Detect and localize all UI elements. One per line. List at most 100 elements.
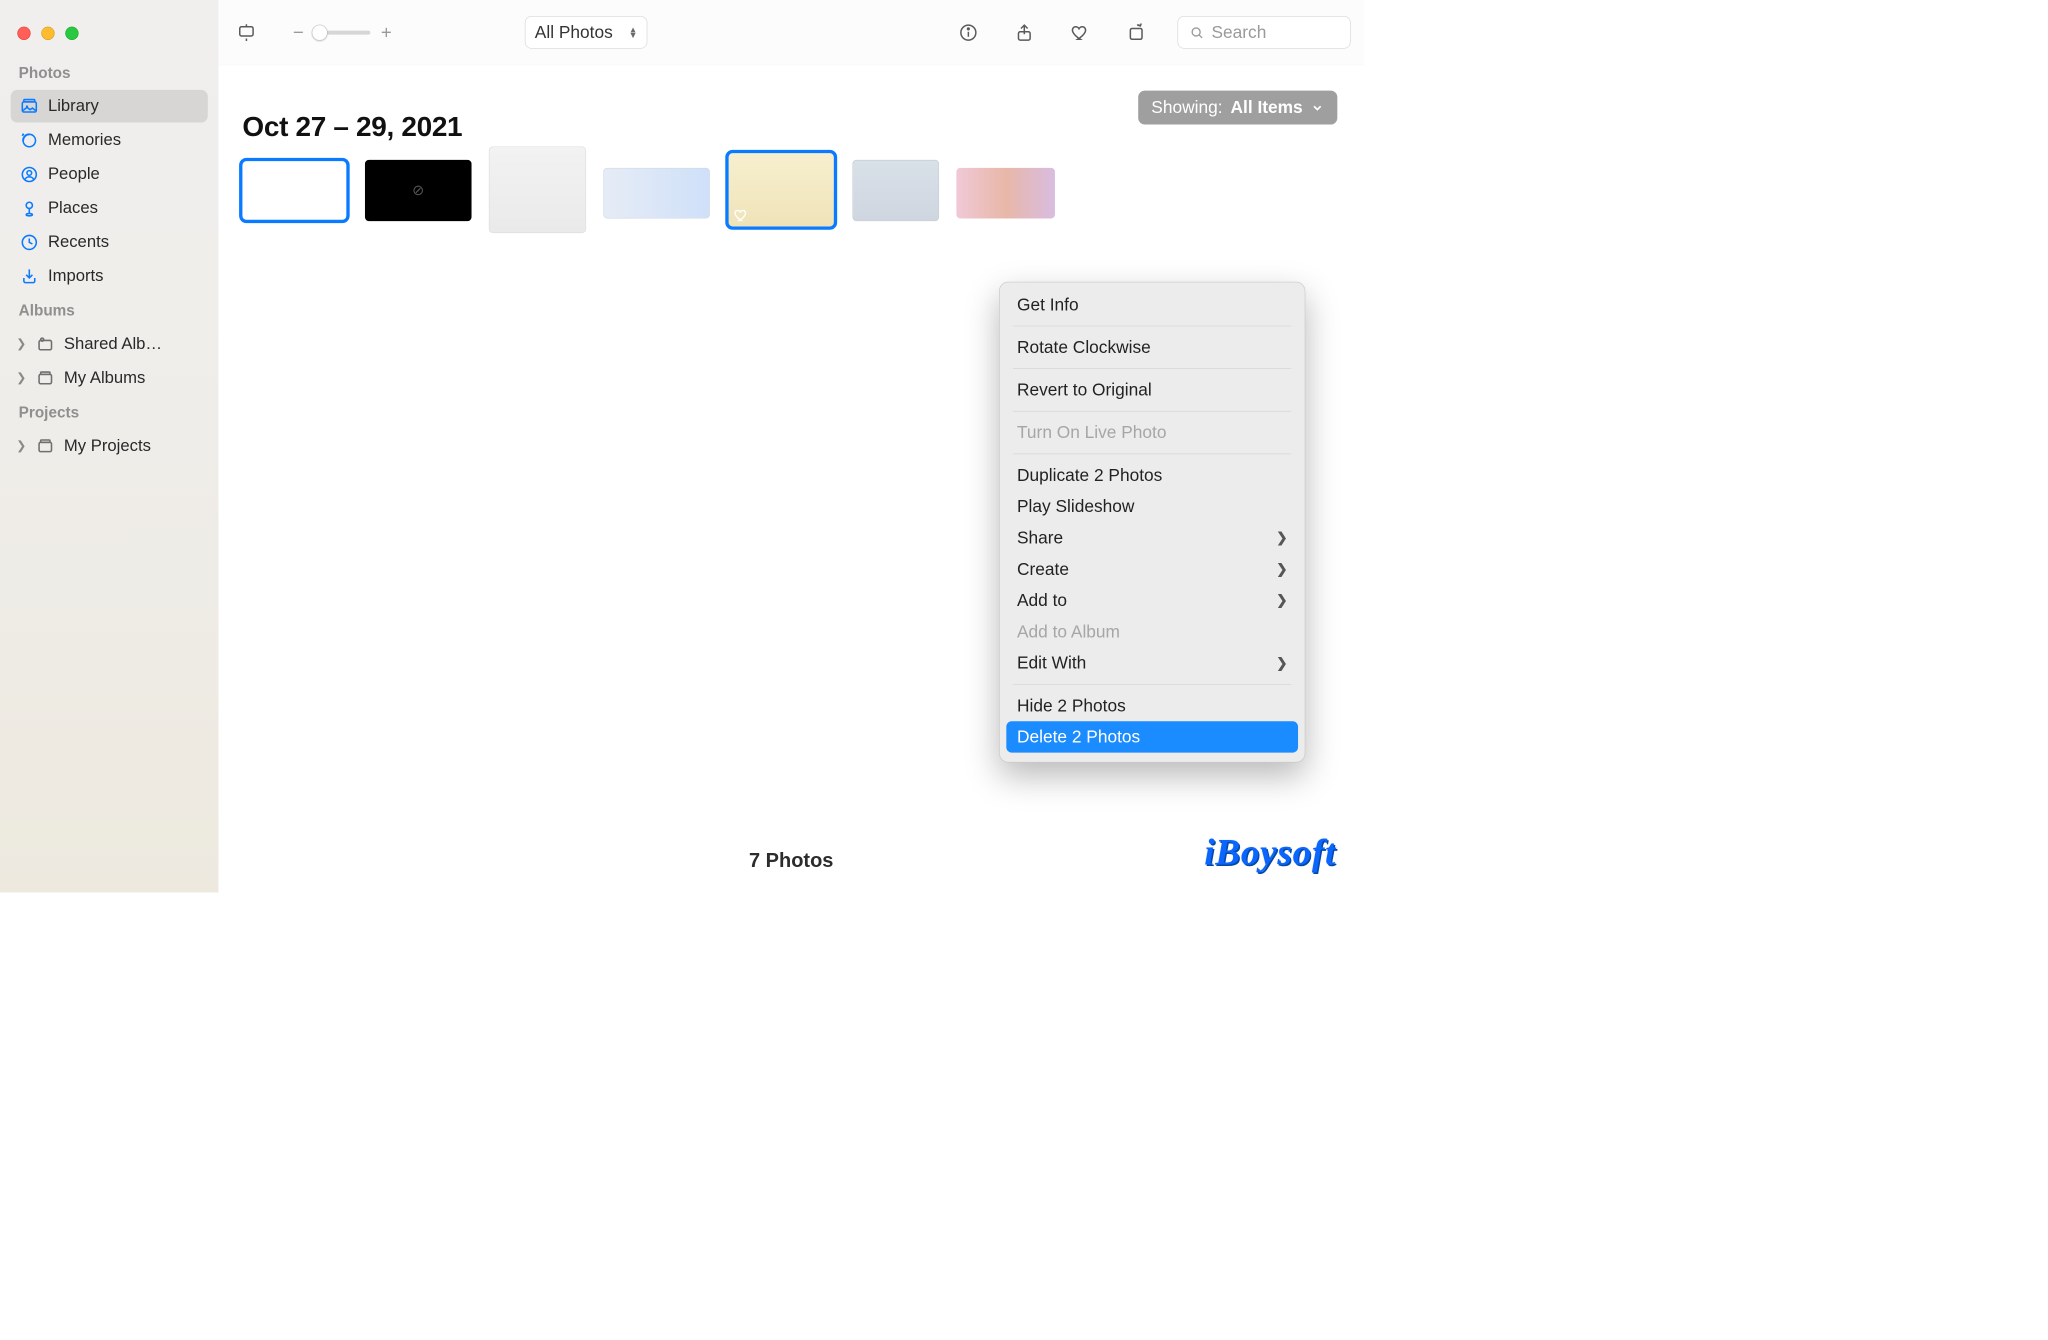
context-menu-item[interactable]: Create ❯ bbox=[1000, 553, 1305, 584]
menu-separator bbox=[1013, 454, 1291, 455]
heart-icon bbox=[733, 207, 749, 223]
rotate-button[interactable] bbox=[1122, 18, 1151, 47]
chevron-down-icon bbox=[1311, 101, 1324, 114]
context-menu-item[interactable]: Add to ❯ bbox=[1000, 585, 1305, 616]
context-menu-item-label: Play Slideshow bbox=[1017, 496, 1134, 517]
context-menu-item[interactable]: Play Slideshow bbox=[1000, 491, 1305, 522]
minimize-window-button[interactable] bbox=[41, 27, 54, 40]
menu-separator bbox=[1013, 368, 1291, 369]
shared-album-icon bbox=[36, 335, 55, 354]
disclosure-icon[interactable]: ❯ bbox=[16, 371, 27, 385]
photo-thumbnail[interactable] bbox=[241, 160, 348, 221]
photo-thumbnail[interactable] bbox=[727, 152, 835, 228]
context-menu-item: Turn On Live Photo bbox=[1000, 417, 1305, 448]
sidebar-item-imports[interactable]: Imports bbox=[11, 260, 208, 293]
fullscreen-window-button[interactable] bbox=[65, 27, 78, 40]
view-selector-label: All Photos bbox=[535, 22, 613, 43]
context-menu-item[interactable]: Hide 2 Photos bbox=[1000, 690, 1305, 721]
context-menu-item-label: Create bbox=[1017, 559, 1069, 580]
favorite-button[interactable] bbox=[1066, 18, 1095, 47]
watermark-logo: iBoysoft bbox=[1204, 831, 1336, 874]
zoom-in-icon[interactable]: + bbox=[380, 22, 393, 43]
photo-thumbnail[interactable] bbox=[956, 168, 1055, 219]
stepper-icon: ▲▼ bbox=[629, 27, 638, 38]
context-menu-item[interactable]: Revert to Original bbox=[1000, 374, 1305, 405]
context-menu-item[interactable]: Rotate Clockwise bbox=[1000, 332, 1305, 363]
sidebar-item-people[interactable]: People bbox=[11, 158, 208, 191]
context-menu-item-label: Hide 2 Photos bbox=[1017, 695, 1126, 716]
library-icon bbox=[20, 97, 39, 116]
context-menu-item-label: Revert to Original bbox=[1017, 380, 1152, 401]
people-icon bbox=[20, 165, 39, 184]
context-menu-item[interactable]: Edit With ❯ bbox=[1000, 647, 1305, 678]
showing-filter[interactable]: Showing: All Items bbox=[1138, 91, 1337, 125]
submenu-arrow-icon: ❯ bbox=[1276, 561, 1287, 578]
context-menu-item[interactable]: Delete 2 Photos bbox=[1006, 721, 1298, 752]
search-icon bbox=[1189, 24, 1205, 40]
sidebar-item-recents[interactable]: Recents bbox=[11, 226, 208, 259]
context-menu-item-label: Delete 2 Photos bbox=[1017, 727, 1140, 748]
context-menu-item[interactable]: Share ❯ bbox=[1000, 522, 1305, 553]
main-area: − + All Photos ▲▼ bbox=[218, 0, 1364, 892]
search-placeholder: Search bbox=[1211, 22, 1266, 43]
sidebar-item-library[interactable]: Library bbox=[11, 90, 208, 123]
photo-thumbnail[interactable] bbox=[852, 160, 939, 221]
context-menu-item-label: Duplicate 2 Photos bbox=[1017, 465, 1162, 486]
share-button[interactable] bbox=[1010, 18, 1039, 47]
disclosure-icon[interactable]: ❯ bbox=[16, 439, 27, 453]
sidebar-item-label: Recents bbox=[48, 232, 109, 251]
sidebar-item-label: My Projects bbox=[64, 436, 151, 455]
menu-separator bbox=[1013, 411, 1291, 412]
submenu-arrow-icon: ❯ bbox=[1276, 655, 1287, 672]
context-menu-item[interactable]: Duplicate 2 Photos bbox=[1000, 460, 1305, 491]
photo-thumbnail[interactable] bbox=[603, 168, 710, 219]
submenu-arrow-icon: ❯ bbox=[1276, 592, 1287, 609]
context-menu-item: Add to Album bbox=[1000, 616, 1305, 647]
search-input[interactable]: Search bbox=[1177, 16, 1350, 49]
recents-icon bbox=[20, 233, 39, 252]
zoom-out-icon[interactable]: − bbox=[292, 22, 305, 43]
album-icon bbox=[36, 369, 55, 388]
sidebar-item-label: People bbox=[48, 165, 100, 184]
sidebar-item-memories[interactable]: Memories bbox=[11, 124, 208, 157]
context-menu-item-label: Share bbox=[1017, 527, 1063, 548]
memories-icon bbox=[20, 131, 39, 150]
context-menu-item-label: Edit With bbox=[1017, 653, 1086, 674]
context-menu: Get Info Rotate Clockwise Revert to Origin… bbox=[999, 282, 1305, 763]
sidebar-item-my-albums[interactable]: ❯ My Albums bbox=[11, 362, 208, 395]
context-menu-item-label: Turn On Live Photo bbox=[1017, 422, 1167, 443]
album-icon bbox=[36, 437, 55, 456]
zoom-slider[interactable]: − + bbox=[292, 22, 393, 43]
sidebar-item-label: My Albums bbox=[64, 368, 145, 387]
menu-separator bbox=[1013, 326, 1291, 327]
sidebar-item-shared-albums[interactable]: ❯ Shared Alb… bbox=[11, 328, 208, 361]
sidebar-item-my-projects[interactable]: ❯ My Projects bbox=[11, 430, 208, 463]
content-area: Showing: All Items Oct 27 – 29, 2021 ⊘ G… bbox=[218, 65, 1364, 892]
sidebar-item-label: Memories bbox=[48, 131, 121, 150]
menu-separator bbox=[1013, 684, 1291, 685]
photo-count: 7 Photos bbox=[749, 850, 833, 873]
view-selector[interactable]: All Photos ▲▼ bbox=[525, 16, 648, 49]
sidebar-item-label: Library bbox=[48, 97, 99, 116]
close-window-button[interactable] bbox=[17, 27, 30, 40]
context-menu-item-label: Add to Album bbox=[1017, 621, 1120, 642]
sidebar-item-label: Shared Alb… bbox=[64, 334, 162, 353]
adjust-aspect-button[interactable] bbox=[232, 18, 261, 47]
sidebar-section-photos: Photos bbox=[0, 56, 218, 89]
zoom-thumb[interactable] bbox=[312, 24, 328, 40]
submenu-arrow-icon: ❯ bbox=[1276, 529, 1287, 546]
sidebar-item-label: Imports bbox=[48, 266, 104, 285]
photo-thumbnail[interactable]: ⊘ bbox=[365, 160, 472, 221]
showing-prefix: Showing: bbox=[1151, 97, 1222, 118]
zoom-track[interactable] bbox=[314, 30, 370, 34]
sidebar-item-places[interactable]: Places bbox=[11, 192, 208, 225]
disclosure-icon[interactable]: ❯ bbox=[16, 337, 27, 351]
context-menu-item-label: Add to bbox=[1017, 590, 1067, 611]
toolbar: − + All Photos ▲▼ bbox=[218, 0, 1364, 65]
imports-icon bbox=[20, 267, 39, 286]
sidebar-section-projects: Projects bbox=[0, 396, 218, 429]
photo-thumbnail[interactable] bbox=[489, 147, 586, 234]
sidebar: Photos Library Memories People Places bbox=[0, 0, 218, 892]
context-menu-item[interactable]: Get Info bbox=[1000, 289, 1305, 320]
info-button[interactable] bbox=[954, 18, 983, 47]
